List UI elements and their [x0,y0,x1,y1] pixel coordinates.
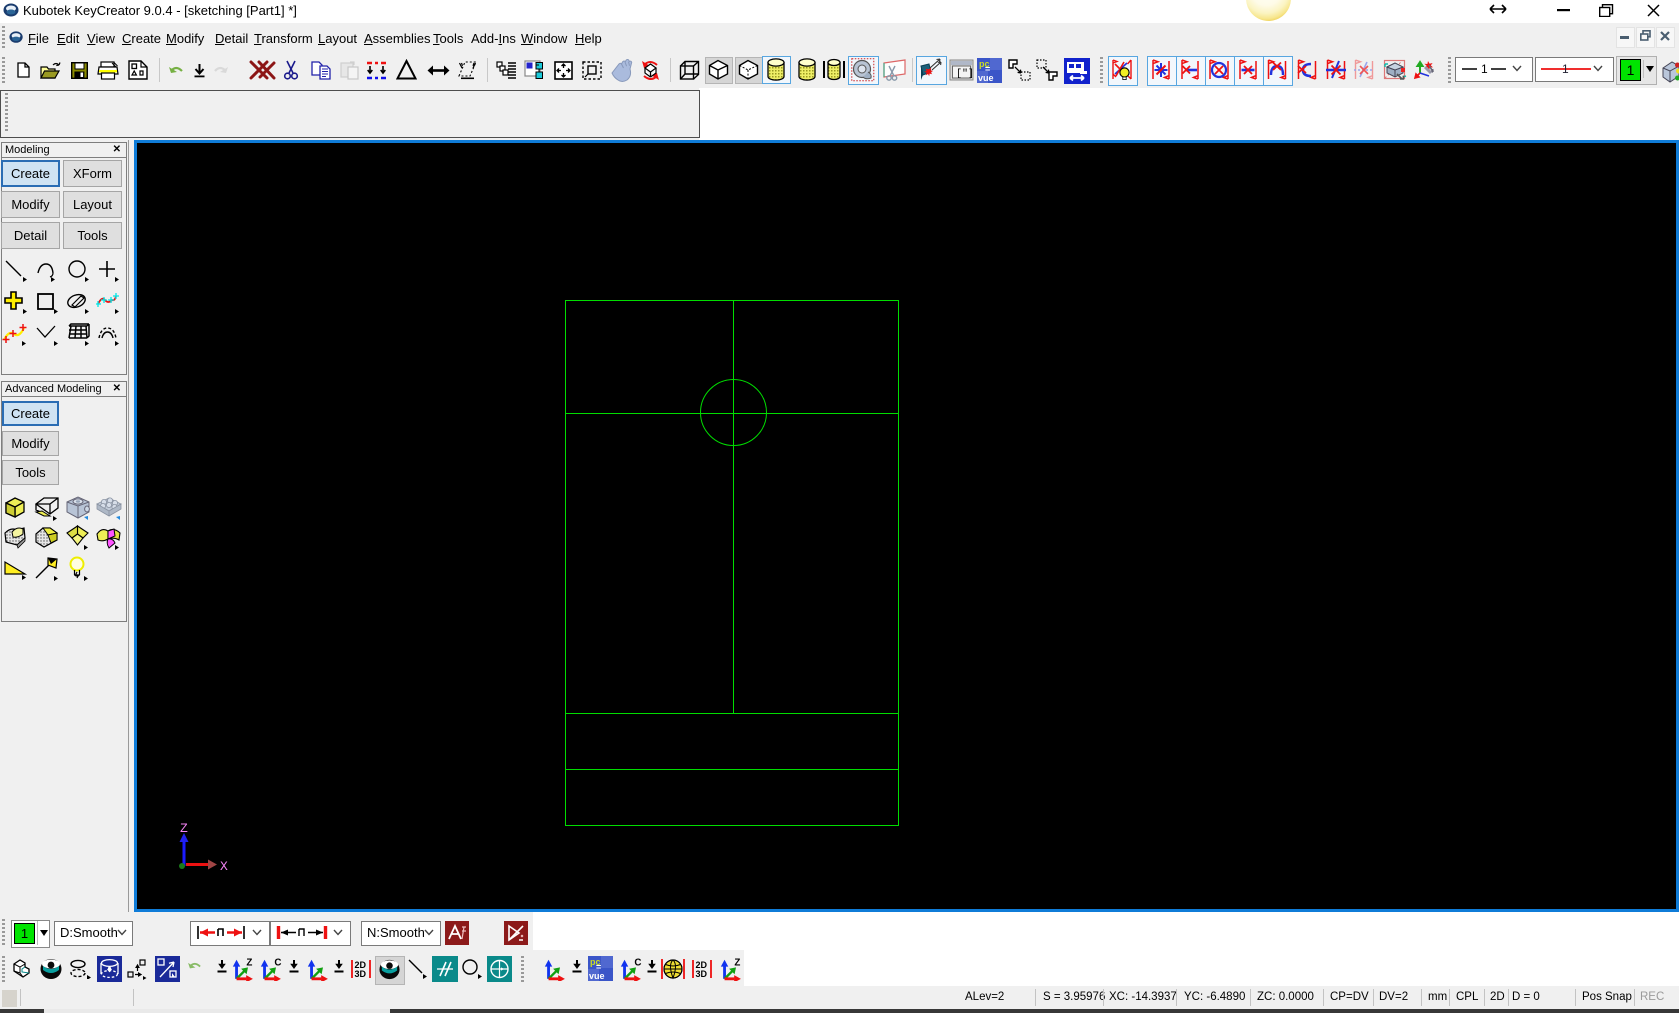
svg-text:1: 1 [1481,62,1488,75]
svg-text:["]: ["] [956,68,974,80]
svg-text:vue: vue [589,971,605,981]
svg-text:Z: Z [246,958,252,969]
svg-text:C: C [634,958,641,969]
svg-text:C: C [274,958,281,969]
svg-text:1: 1 [1562,62,1569,75]
svg-text:X: X [220,859,228,874]
svg-text:Z: Z [734,958,740,969]
svg-text:vue: vue [978,73,994,83]
